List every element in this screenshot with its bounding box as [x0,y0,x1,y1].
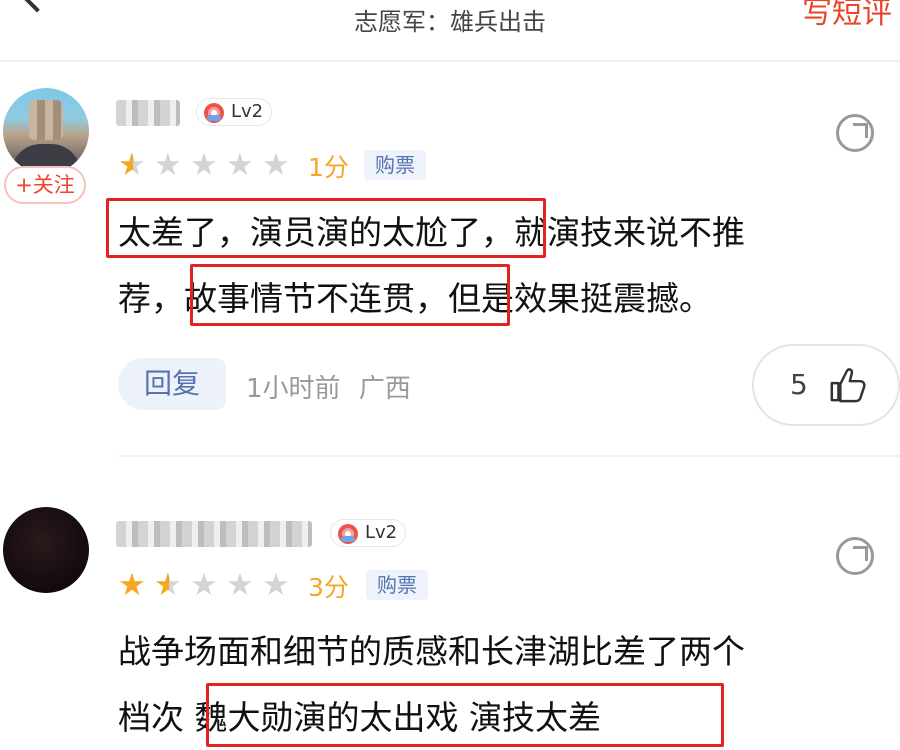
star-rating: ★ ★ ★ ★ ★ [118,147,292,183]
level-badge: Lv2 [196,98,273,126]
highlight-box [106,198,546,258]
top-bar: 志愿军：雄兵出击 写短评 [0,0,900,60]
comment-time: 1小时前 [246,374,341,404]
comment-item: +关注 Lv2 ★ ★ ★ ★ ★ 1分 购票 太差了，演员演的太尬了，就演技来… [0,62,900,448]
share-icon[interactable] [836,537,874,575]
comment-text-line: 战争场面和细节的质感和长津湖比差了两个 [118,632,745,671]
username-blurred[interactable] [116,521,312,547]
ticket-tag: 购票 [364,150,426,180]
star-icon: ★ [190,147,218,183]
page-title: 志愿军：雄兵出击 [354,8,546,36]
follow-button[interactable]: +关注 [4,166,86,204]
star-icon: ★ [154,570,184,601]
highlight-box [190,264,510,326]
level-label: Lv2 [231,101,264,122]
star-icon: ★ [154,147,182,183]
highlight-box [206,683,724,747]
level-label: Lv2 [365,522,398,543]
star-icon: ★ [118,150,148,181]
comment-item: Lv2 ★ ★ ★ ★ ★ 3分 购票 战争场面和细节的质感和长津湖比差了两个 … [0,455,900,750]
avatar[interactable] [3,507,89,593]
avatar-face-blurred [29,100,63,140]
score: 1分 [308,153,349,182]
share-icon[interactable] [836,114,874,152]
level-icon [338,524,358,544]
star-icon: ★ [262,147,290,183]
ticket-tag: 购票 [366,570,428,600]
avatar[interactable] [3,88,89,174]
level-badge: Lv2 [330,519,407,547]
comment-location: 广西 [358,374,411,404]
star-icon: ★ [226,567,254,603]
star-rating: ★ ★ ★ ★ ★ [118,567,292,603]
level-icon [204,103,224,123]
comment-meta: 1小时前 广西 [246,368,411,405]
like-button[interactable]: 5 [752,344,900,426]
like-count: 5 [790,368,808,401]
username-blurred[interactable] [116,100,180,126]
score: 3分 [308,573,349,602]
star-icon: ★ [118,567,146,603]
star-icon: ★ [190,567,218,603]
reply-button[interactable]: 回复 [118,358,226,410]
thumbs-up-icon [830,368,866,403]
write-review-button[interactable]: 写短评 [802,0,892,32]
star-icon: ★ [226,147,254,183]
star-icon: ★ [262,567,290,603]
